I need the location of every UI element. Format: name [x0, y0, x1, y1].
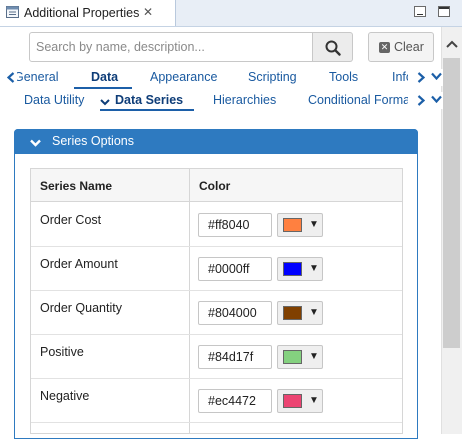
dropdown-arrow-icon: ▼: [309, 219, 319, 230]
row-divider: [31, 290, 402, 291]
view-title-bar: Additional Properties ✕: [0, 0, 462, 27]
column-divider: [189, 169, 190, 434]
tab-general[interactable]: General: [14, 70, 58, 84]
chevron-down-icon: [30, 136, 41, 150]
row-divider: [31, 334, 402, 335]
clear-button-label: Clear: [394, 40, 424, 54]
color-swatch: [283, 394, 302, 408]
color-hex-input[interactable]: [198, 301, 272, 325]
series-name-cell: Order Amount: [40, 257, 118, 271]
color-swatch: [283, 218, 302, 232]
color-picker-button[interactable]: ▼: [277, 301, 323, 325]
tab-more-icon[interactable]: [429, 92, 443, 109]
chevron-down-icon: [100, 95, 110, 109]
color-picker-button[interactable]: ▼: [277, 345, 323, 369]
minimize-icon[interactable]: [414, 6, 426, 17]
panel-title: Series Options: [52, 134, 134, 148]
dropdown-arrow-icon: ▼: [309, 395, 319, 406]
tab-scroll-right-icon[interactable]: [414, 92, 427, 109]
series-name-cell: Order Quantity: [40, 301, 122, 315]
dropdown-arrow-icon: ▼: [309, 307, 319, 318]
properties-view-icon: [6, 6, 19, 18]
dropdown-arrow-icon: ▼: [309, 351, 319, 362]
scroll-up-icon[interactable]: [441, 34, 462, 54]
tab-data[interactable]: Data: [91, 70, 118, 84]
row-divider: [31, 422, 402, 423]
column-header-series-name: Series Name: [40, 179, 113, 193]
view-tab[interactable]: Additional Properties ✕: [0, 0, 176, 26]
color-swatch: [283, 262, 302, 276]
color-hex-input[interactable]: [198, 213, 272, 237]
search-input[interactable]: [36, 38, 306, 56]
close-icon[interactable]: ✕: [143, 5, 153, 19]
tab-scroll-left-icon[interactable]: [4, 69, 17, 86]
scrollbar-thumb[interactable]: [443, 58, 460, 348]
maximize-icon[interactable]: [438, 6, 450, 17]
row-divider: [31, 246, 402, 247]
search-icon: [325, 40, 341, 56]
tab-more-icon[interactable]: [429, 69, 443, 86]
tab-scroll-right-icon[interactable]: [414, 69, 427, 86]
series-name-cell: Negative: [40, 389, 90, 403]
dropdown-arrow-icon: ▼: [309, 263, 319, 274]
view-tab-title: Additional Properties: [24, 6, 140, 20]
tab-data-underline: [74, 87, 132, 89]
series-name-cell: Order Cost: [40, 213, 102, 227]
color-hex-input[interactable]: [198, 345, 272, 369]
color-swatch: [283, 350, 302, 364]
tab-scripting[interactable]: Scripting: [248, 70, 297, 84]
tab-data-series[interactable]: Data Series: [115, 93, 183, 107]
color-picker-button[interactable]: ▼: [277, 389, 323, 413]
clear-x-icon: ✕: [379, 42, 390, 53]
tab-appearance[interactable]: Appearance: [150, 70, 217, 84]
tab-data-series-underline: [100, 109, 194, 111]
color-picker-button[interactable]: ▼: [277, 257, 323, 281]
series-name-cell: Positive: [40, 345, 84, 359]
color-picker-button[interactable]: ▼: [277, 213, 323, 237]
row-divider: [31, 378, 402, 379]
tab-tools[interactable]: Tools: [329, 70, 358, 84]
tab-data-utility[interactable]: Data Utility: [24, 93, 84, 107]
color-hex-input[interactable]: [198, 257, 272, 281]
color-swatch: [283, 306, 302, 320]
series-options-header[interactable]: Series Options: [14, 129, 418, 154]
column-header-color: Color: [199, 179, 231, 193]
search-button[interactable]: [313, 32, 353, 62]
tab-hierarchies[interactable]: Hierarchies: [213, 93, 276, 107]
clear-button[interactable]: ✕ Clear: [368, 32, 434, 62]
color-hex-input[interactable]: [198, 389, 272, 413]
